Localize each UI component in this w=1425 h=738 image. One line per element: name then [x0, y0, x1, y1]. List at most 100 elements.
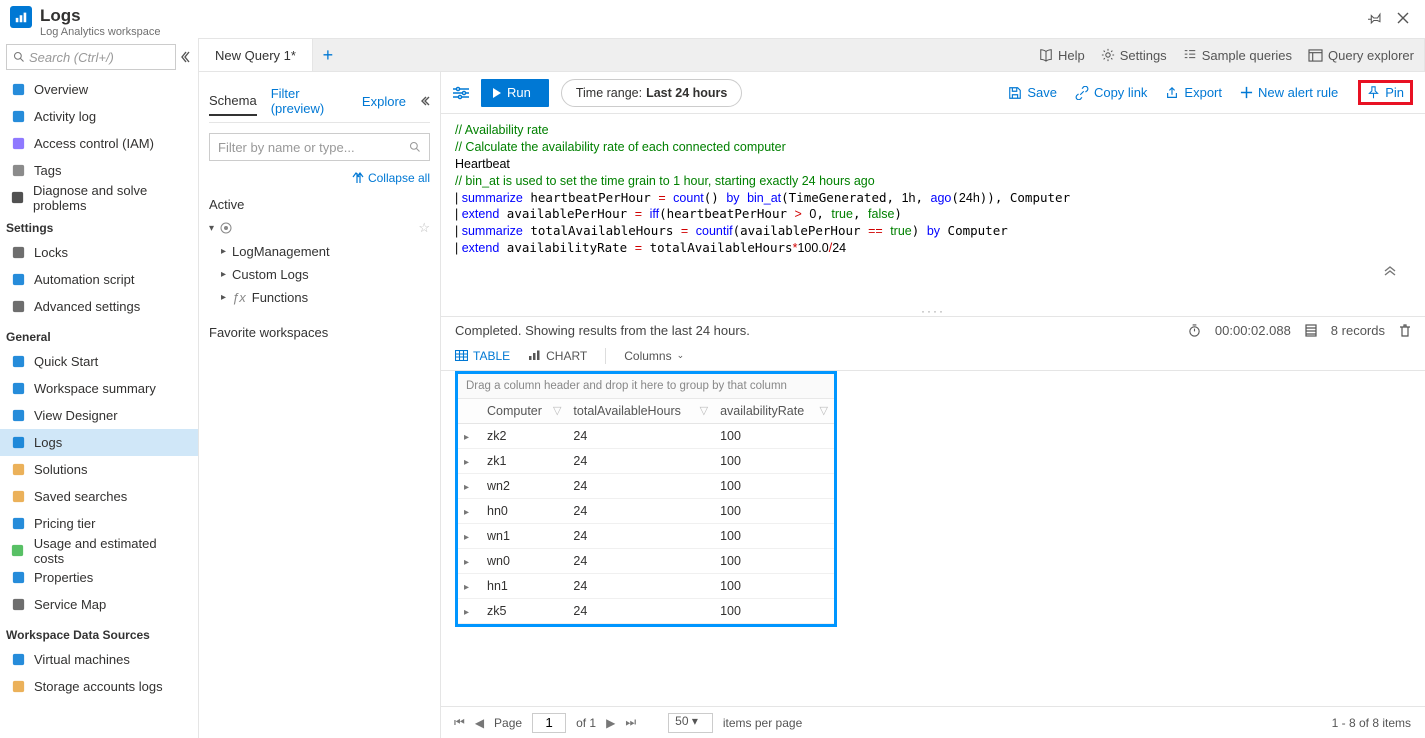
- schema-filter-input[interactable]: Filter by name or type...: [209, 133, 430, 161]
- nav-item-pricing-tier[interactable]: Pricing tier: [0, 510, 198, 537]
- toolbar-help[interactable]: Help: [1039, 48, 1085, 63]
- pager-size-select[interactable]: 50 ▾: [668, 713, 713, 733]
- filter-icon[interactable]: ▽: [820, 404, 828, 417]
- query-tab[interactable]: New Query 1*: [199, 39, 313, 71]
- expand-row-icon[interactable]: ▸: [464, 507, 469, 518]
- nav-item-properties[interactable]: Properties: [0, 564, 198, 591]
- chart-icon: [528, 350, 541, 361]
- col-availabilityRate[interactable]: availabilityRate▽: [714, 399, 834, 424]
- save-button[interactable]: Save: [1008, 85, 1057, 100]
- delete-icon[interactable]: [1399, 324, 1411, 337]
- save-icon: [1008, 86, 1022, 100]
- pager-next-button[interactable]: ▶: [606, 716, 615, 730]
- svcmap-icon: [10, 597, 26, 613]
- new-tab-button[interactable]: +: [313, 39, 343, 71]
- columns-picker[interactable]: Columns ⌄: [624, 349, 684, 363]
- pin-button[interactable]: Pin: [1358, 80, 1413, 105]
- editor-resize-handle[interactable]: ····: [921, 303, 945, 316]
- gear-icon: [10, 299, 26, 315]
- close-blade-button[interactable]: [1391, 6, 1415, 30]
- expand-row-icon[interactable]: ▸: [464, 457, 469, 468]
- nav-item-advanced-settings[interactable]: Advanced settings: [0, 293, 198, 320]
- tags-icon: [10, 163, 26, 179]
- nav-item-usage-and-estimated-costs[interactable]: Usage and estimated costs: [0, 537, 198, 564]
- col-totalAvailableHours[interactable]: totalAvailableHours▽: [567, 399, 714, 424]
- group-hint: Drag a column header and drop it here to…: [458, 374, 834, 399]
- nav-item-view-designer[interactable]: View Designer: [0, 402, 198, 429]
- toolbar-sample-queries[interactable]: Sample queries: [1183, 48, 1292, 63]
- qexp-icon: [1308, 49, 1323, 62]
- filter-icon[interactable]: ▽: [700, 404, 708, 417]
- expand-row-icon[interactable]: ▸: [464, 532, 469, 543]
- schema-tab-schema[interactable]: Schema: [209, 87, 257, 116]
- view-tab-chart[interactable]: CHART: [528, 349, 587, 363]
- view-tab-table[interactable]: TABLE: [455, 349, 510, 363]
- col-Computer[interactable]: Computer▽: [481, 399, 567, 424]
- settings-sliders-icon[interactable]: [453, 86, 469, 100]
- expand-row-icon[interactable]: ▸: [464, 607, 469, 618]
- samples-icon: [1183, 48, 1197, 62]
- query-editor[interactable]: // Availability rate // Calculate the av…: [441, 114, 1425, 317]
- collapse-all-button[interactable]: Collapse all: [209, 167, 430, 193]
- schema-collapse-button[interactable]: [420, 90, 430, 112]
- new-alert-rule-button[interactable]: New alert rule: [1240, 85, 1338, 100]
- table-row[interactable]: ▸zk224100: [458, 423, 834, 448]
- nav-item-automation-script[interactable]: Automation script: [0, 266, 198, 293]
- schema-node-functions[interactable]: ▸ƒxFunctions: [209, 286, 430, 309]
- export-button[interactable]: Export: [1165, 85, 1222, 100]
- search-input[interactable]: Search (Ctrl+/): [6, 44, 176, 70]
- nav-item-diagnose-and-solve-problems[interactable]: Diagnose and solve problems: [0, 184, 198, 211]
- nav-item-activity-log[interactable]: Activity log: [0, 103, 198, 130]
- record-count: 8 records: [1331, 323, 1385, 338]
- nav-item-tags[interactable]: Tags: [0, 157, 198, 184]
- table-row[interactable]: ▸wn124100: [458, 523, 834, 548]
- table-row[interactable]: ▸hn124100: [458, 573, 834, 598]
- schema-workspace-node[interactable]: ▾ ☆: [209, 216, 430, 240]
- favorite-star-icon[interactable]: ☆: [418, 220, 430, 236]
- run-button[interactable]: Run: [481, 79, 549, 107]
- summary-icon: [10, 381, 26, 397]
- command-bar: Run Time range: Last 24 hours Save Copy l…: [441, 72, 1425, 114]
- nav-item-storage-accounts-logs[interactable]: Storage accounts logs: [0, 673, 198, 700]
- nav-item-access-control-iam-[interactable]: Access control (IAM): [0, 130, 198, 157]
- collapse-nav-button[interactable]: [178, 44, 192, 70]
- filter-icon[interactable]: ▽: [553, 404, 561, 417]
- nav-item-overview[interactable]: Overview: [0, 76, 198, 103]
- pager-first-button[interactable]: ⏮: [454, 715, 465, 730]
- time-range-picker[interactable]: Time range: Last 24 hours: [561, 79, 743, 107]
- pager-last-button[interactable]: ⏭: [625, 715, 636, 730]
- nav-section-wds: Workspace Data Sources: [0, 618, 198, 646]
- copy-link-button[interactable]: Copy link: [1075, 85, 1147, 100]
- props-icon: [10, 570, 26, 586]
- pin-blade-button[interactable]: [1363, 6, 1387, 30]
- pager-page-input[interactable]: [532, 713, 566, 733]
- editor-expand-button[interactable]: [1384, 232, 1419, 312]
- table-row[interactable]: ▸wn024100: [458, 548, 834, 573]
- table-row[interactable]: ▸zk124100: [458, 448, 834, 473]
- expand-row-icon[interactable]: ▸: [464, 482, 469, 493]
- expand-row-icon[interactable]: ▸: [464, 582, 469, 593]
- schema-node-logmanagement[interactable]: ▸LogManagement: [209, 240, 430, 263]
- nav-item-service-map[interactable]: Service Map: [0, 591, 198, 618]
- nav-item-locks[interactable]: Locks: [0, 239, 198, 266]
- nav-item-workspace-summary[interactable]: Workspace summary: [0, 375, 198, 402]
- nav-item-quick-start[interactable]: Quick Start: [0, 348, 198, 375]
- search-placeholder: Search (Ctrl+/): [29, 50, 114, 65]
- table-row[interactable]: ▸wn224100: [458, 473, 834, 498]
- table-row[interactable]: ▸hn024100: [458, 498, 834, 523]
- expand-row-icon[interactable]: ▸: [464, 432, 469, 443]
- nav-item-saved-searches[interactable]: Saved searches: [0, 483, 198, 510]
- nav-section-general: General: [0, 320, 198, 348]
- pager-prev-button[interactable]: ◀: [475, 716, 484, 730]
- schema-node-custom-logs[interactable]: ▸Custom Logs: [209, 263, 430, 286]
- nav-item-virtual-machines[interactable]: Virtual machines: [0, 646, 198, 673]
- table-row[interactable]: ▸zk524100: [458, 598, 834, 623]
- page-subtitle: Log Analytics workspace: [40, 26, 160, 38]
- expand-row-icon[interactable]: ▸: [464, 557, 469, 568]
- nav-item-logs[interactable]: Logs: [0, 429, 198, 456]
- nav-item-solutions[interactable]: Solutions: [0, 456, 198, 483]
- toolbar-settings[interactable]: Settings: [1101, 48, 1167, 63]
- toolbar-query-explorer[interactable]: Query explorer: [1308, 48, 1414, 63]
- schema-tab-filter[interactable]: Filter (preview): [271, 80, 348, 122]
- schema-tab-explore[interactable]: Explore: [362, 88, 406, 115]
